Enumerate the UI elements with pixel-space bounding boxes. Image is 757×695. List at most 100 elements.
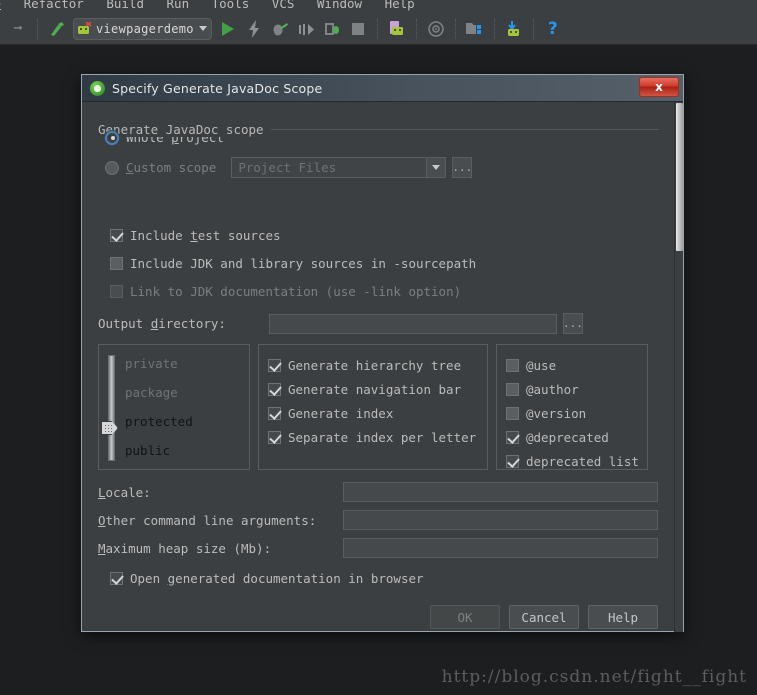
sdk-manager-icon[interactable]	[424, 17, 448, 41]
generate-index-row[interactable]: Generate index	[268, 401, 487, 425]
include-jdk-sources-row[interactable]: Include JDK and library sources in -sour…	[98, 256, 667, 271]
separate-index-label: Separate index per letter	[288, 429, 477, 445]
link-jdk-doc-row[interactable]: Link to JDK documentation (use -link opt…	[98, 284, 667, 299]
menu-item-help[interactable]: Help	[385, 0, 415, 11]
run-configuration-name: viewpagerdemo	[96, 21, 194, 36]
custom-scope-row[interactable]: Custom scope Project Files ...	[98, 157, 667, 178]
locale-input[interactable]	[343, 482, 658, 502]
tag-deprecated-row[interactable]: @deprecated	[506, 425, 647, 449]
other-args-input[interactable]	[343, 510, 658, 530]
close-icon[interactable]: x	[639, 77, 679, 97]
menu-item-vcs[interactable]: VCS	[272, 0, 295, 11]
debug-icon[interactable]	[268, 17, 292, 41]
checkbox-include-jdk-sources[interactable]	[110, 257, 123, 270]
checkbox-include-test-sources[interactable]	[110, 229, 123, 242]
run-configuration-selector[interactable]: viewpagerdemo	[73, 17, 212, 40]
menu-item-refactor[interactable]: Refactor	[24, 0, 84, 11]
dialog-body: Generate JavaDoc scope Whole project Cus…	[82, 102, 683, 632]
radio-custom-scope[interactable]	[105, 160, 119, 175]
ok-button[interactable]: OK	[430, 605, 500, 629]
stop-icon[interactable]	[346, 17, 370, 41]
tag-version-row[interactable]: @version	[506, 401, 647, 425]
tag-version-label: @version	[526, 405, 587, 421]
output-directory-browse-button[interactable]: ...	[562, 313, 583, 334]
toolbar-separator-3	[415, 18, 417, 39]
checkbox-generate-index[interactable]	[268, 406, 281, 420]
checkbox-tag-deprecated[interactable]	[506, 430, 519, 444]
toolbar-separator-5	[493, 18, 495, 39]
options-panels: private package protected public Generat…	[98, 344, 667, 470]
checkbox-link-jdk-documentation[interactable]	[110, 285, 123, 298]
checkbox-generate-navigation-bar[interactable]	[268, 382, 281, 396]
scope-combo-value: Project Files	[238, 160, 337, 175]
checkbox-tag-use[interactable]	[506, 358, 519, 372]
hammer-icon[interactable]	[45, 17, 69, 41]
generate-javadoc-dialog: Specify Generate JavaDoc Scope x Generat…	[81, 74, 684, 632]
locale-label: Locale:	[98, 484, 151, 500]
toolbar-separator-2	[376, 18, 378, 39]
attach-debugger-icon[interactable]	[320, 17, 344, 41]
output-directory-label: Output directory:	[98, 316, 226, 331]
help-button[interactable]: Help	[588, 605, 658, 629]
other-args-label: Other command line arguments:	[98, 512, 317, 528]
dialog-title-bar[interactable]: Specify Generate JavaDoc Scope x	[82, 75, 683, 102]
generate-options-panel: Generate hierarchy tree Generate navigat…	[258, 344, 488, 470]
checkbox-separate-index-per-letter[interactable]	[268, 430, 281, 444]
max-heap-row: Maximum heap size (Mb):	[98, 538, 667, 558]
slider-label-public[interactable]: public	[125, 436, 193, 465]
output-directory-input[interactable]	[268, 313, 557, 334]
toolbar-separator-4	[454, 18, 456, 39]
checkbox-tag-author[interactable]	[506, 382, 519, 396]
menu-item-window[interactable]: Window	[317, 0, 362, 11]
generate-navigation-bar-row[interactable]: Generate navigation bar	[268, 377, 487, 401]
project-structure-icon[interactable]	[463, 17, 487, 41]
run-icon[interactable]	[216, 17, 240, 41]
checkbox-open-in-browser[interactable]	[110, 572, 123, 585]
generate-navigation-bar-label: Generate navigation bar	[288, 381, 462, 397]
scope-combo[interactable]: Project Files	[231, 157, 447, 178]
visibility-slider-thumb[interactable]	[101, 421, 118, 435]
tag-author-row[interactable]: @author	[506, 377, 647, 401]
menu-item-analyze[interactable]: ze	[0, 0, 1, 11]
other-args-row: Other command line arguments:	[98, 510, 667, 530]
visibility-slider-panel: private package protected public	[98, 344, 250, 470]
menu-item-run[interactable]: Run	[167, 0, 190, 11]
radio-whole-project[interactable]	[105, 130, 119, 145]
include-jdk-sources-label: Include JDK and library sources in -sour…	[130, 256, 477, 271]
chevron-down-icon[interactable]	[426, 158, 446, 177]
scope-browse-button[interactable]: ...	[452, 157, 473, 178]
toolbar-separator	[37, 18, 38, 39]
menu-item-build[interactable]: Build	[106, 0, 144, 11]
checkbox-tag-version[interactable]	[506, 406, 519, 420]
apply-changes-icon[interactable]	[242, 17, 266, 41]
cancel-button[interactable]: Cancel	[509, 605, 579, 629]
tag-use-label: @use	[526, 357, 557, 373]
max-heap-input[interactable]	[343, 538, 658, 558]
slider-label-package[interactable]: package	[125, 378, 193, 407]
generate-hierarchy-tree-row[interactable]: Generate hierarchy tree	[268, 353, 487, 377]
slider-label-private[interactable]: private	[125, 349, 193, 378]
main-toolbar: ➞ viewpagerdemo ?	[0, 13, 757, 45]
deprecated-list-row[interactable]: deprecated list	[506, 449, 647, 473]
open-in-browser-row[interactable]: Open generated documentation in browser	[98, 571, 667, 586]
chevron-down-icon[interactable]	[198, 26, 207, 31]
visibility-slider-labels: private package protected public	[125, 349, 193, 465]
avd-manager-icon[interactable]	[385, 17, 409, 41]
separate-index-row[interactable]: Separate index per letter	[268, 425, 487, 449]
menu-bar: ze Refactor Build Run Tools VCS Window H…	[0, 0, 757, 13]
menu-item-tools[interactable]: Tools	[212, 0, 250, 11]
slider-label-protected[interactable]: protected	[125, 407, 193, 436]
checkbox-generate-hierarchy-tree[interactable]	[268, 358, 281, 372]
android-studio-icon	[90, 80, 105, 96]
sync-gradle-icon[interactable]	[502, 17, 526, 41]
arrow-right-icon[interactable]: ➞	[6, 17, 30, 41]
locale-row: Locale:	[98, 482, 667, 502]
tag-author-label: @author	[526, 381, 579, 397]
visibility-slider-track[interactable]	[108, 355, 115, 461]
tag-use-row[interactable]: @use	[506, 353, 647, 377]
generate-index-label: Generate index	[288, 405, 394, 421]
checkbox-deprecated-list[interactable]	[506, 454, 519, 468]
help-icon[interactable]: ?	[541, 17, 565, 41]
step-icon[interactable]	[294, 17, 318, 41]
include-test-sources-row[interactable]: Include test sources	[98, 228, 667, 243]
